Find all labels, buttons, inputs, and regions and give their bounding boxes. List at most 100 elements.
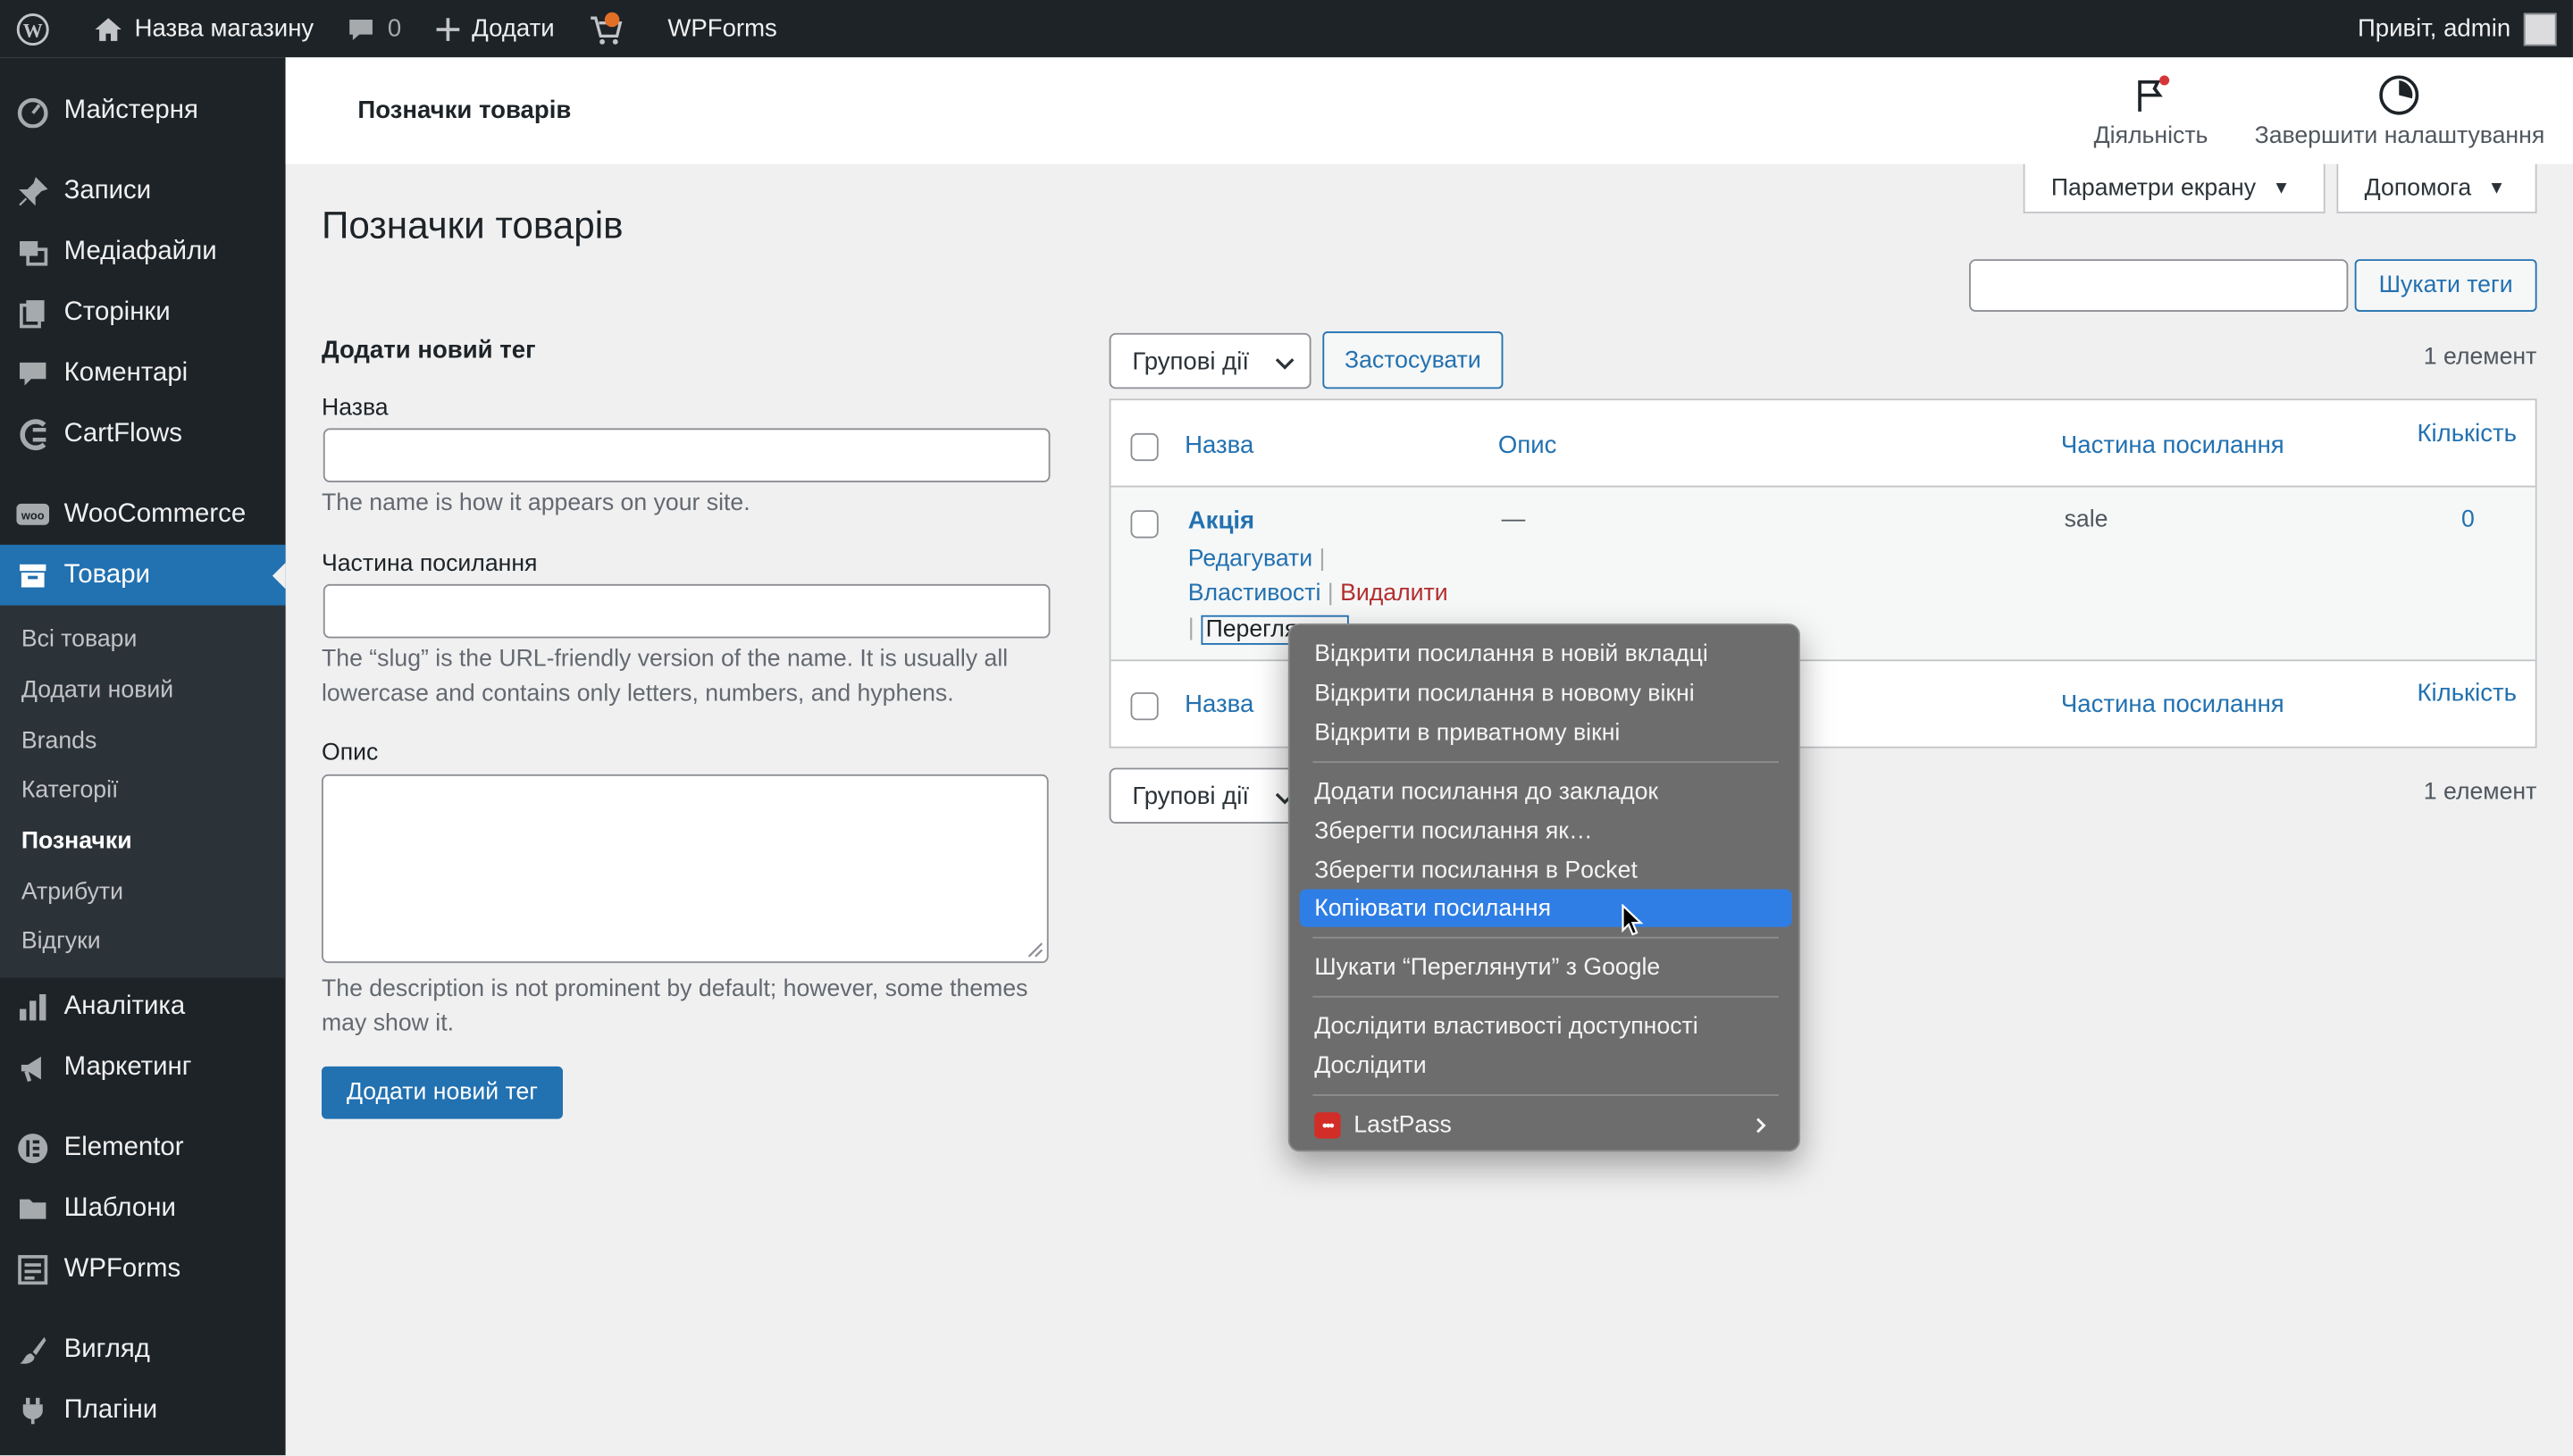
home-icon [95,17,122,40]
comment-icon [349,19,373,40]
items-count-top: 1 елемент [2423,344,2537,372]
sidebar-item-label: WPForms [63,1255,181,1284]
name-label: Назва [321,395,389,423]
sidebar-item-dashboard[interactable]: Майстерня [0,80,286,141]
submenu-attributes[interactable]: Атрибути [0,867,286,917]
select-all-checkbox[interactable] [1130,432,1159,462]
submenu-categories[interactable]: Категорії [0,766,286,816]
new-content-link[interactable]: Додати [418,0,571,57]
browser-context-menu: Відкрити посилання в новій вкладці Відкр… [1287,623,1800,1152]
bulk-actions-select-bottom[interactable]: Групові дії [1109,767,1312,824]
site-name: Назва магазину [134,14,314,43]
plugin-icon [16,1395,49,1428]
sidebar-item-products[interactable]: Товари [0,544,286,606]
sidebar-item-label: Плагіни [63,1396,158,1425]
ctx-inspect-accessibility[interactable]: Дослідити властивості доступності [1300,1008,1792,1045]
ctx-separator [1312,761,1779,764]
edit-link[interactable]: Редагувати [1188,547,1312,573]
screen-options-label: Параметри екрану [2050,174,2257,201]
search-input[interactable] [1969,259,2349,312]
my-account[interactable]: Привіт, admin [2358,12,2573,46]
sidebar-item-wpforms[interactable]: WPForms [0,1240,286,1301]
tag-slug-input[interactable] [323,583,1051,639]
wpforms-link[interactable]: WPForms [651,0,793,57]
sidebar-item-pages[interactable]: Сторінки [0,282,286,343]
submenu-all-products[interactable]: Всі товари [0,615,286,665]
admin-sidebar: Майстерня Записи Медіафайли Сторінки Ком… [0,57,286,1456]
delete-link[interactable]: Видалити [1340,581,1448,607]
ctx-bookmark-link[interactable]: Додати посилання до закладок [1300,773,1792,810]
cartflows-icon [16,417,49,450]
screen-options-button[interactable]: Параметри екрану ▼ [2023,163,2326,213]
column-name-footer[interactable]: Назва [1185,690,1253,718]
column-count-footer[interactable]: Кількість [2417,679,2517,707]
resize-handle-icon[interactable] [1024,939,1043,958]
sidebar-item-templates[interactable]: Шаблони [0,1179,286,1240]
column-name[interactable]: Назва [1185,431,1253,459]
select-all-checkbox-footer[interactable] [1130,692,1159,721]
sidebar-item-comments[interactable]: Коментарі [0,343,286,404]
forms-icon [16,1254,49,1287]
bulk-actions-value: Групові дії [1132,782,1249,810]
column-slug-footer[interactable]: Частина посилання [2061,690,2284,718]
ctx-open-new-window[interactable]: Відкрити посилання в новому вікні [1300,674,1792,712]
sidebar-item-media[interactable]: Медіафайли [0,222,286,282]
ctx-inspect[interactable]: Дослідити [1300,1047,1792,1084]
activity-button[interactable]: Діяльність [2094,74,2208,149]
sidebar-item-label: Вигляд [63,1335,150,1364]
comments-link[interactable]: 0 [331,0,418,57]
column-count[interactable]: Кількість [2417,420,2517,448]
properties-link[interactable]: Властивості [1188,581,1321,607]
help-button[interactable]: Допомога ▼ [2336,163,2537,213]
sidebar-item-cartflows[interactable]: CartFlows [0,404,286,464]
ctx-search-google[interactable]: Шукати “Переглянути” з Google [1300,949,1792,986]
sidebar-item-posts[interactable]: Записи [0,161,286,222]
ctx-separator [1312,1094,1779,1096]
add-tag-heading: Додати новий тег [321,336,536,364]
column-slug[interactable]: Частина посилання [2061,431,2284,459]
tag-count-link[interactable]: 0 [2461,507,2475,533]
tag-description-textarea[interactable] [321,774,1049,964]
sidebar-item-appearance[interactable]: Вигляд [0,1320,286,1381]
description-label: Опис [321,740,379,766]
sidebar-item-woocommerce[interactable]: woo WooCommerce [0,484,286,545]
wordpress-logo-icon[interactable]: W [0,0,77,57]
add-new-tag-button[interactable]: Додати новий тег [321,1066,563,1119]
row-actions-line-1: Редагувати | [1187,546,1326,573]
submenu-tags[interactable]: Позначки [0,816,286,866]
ctx-open-private-window[interactable]: Відкрити в приватному вікні [1300,714,1792,751]
tag-name-input[interactable] [323,428,1051,482]
tag-name-link[interactable]: Акція [1188,507,1254,535]
plus-icon [435,17,459,40]
chevron-down-icon [1275,358,1295,370]
submenu-brands[interactable]: Brands [0,715,286,766]
ctx-save-link-as[interactable]: Зберегти посилання як… [1300,812,1792,849]
sidebar-item-label: Elementor [63,1134,184,1162]
search-tags-button[interactable]: Шукати теги [2354,259,2537,312]
submenu-reviews[interactable]: Відгуки [0,917,286,967]
tag-slug: sale [2064,506,2108,533]
column-description[interactable]: Опис [1498,431,1557,459]
submenu-add-new[interactable]: Додати новий [0,665,286,715]
pages-icon [16,297,49,330]
sidebar-item-elementor[interactable]: Elementor [0,1118,286,1179]
sidebar-item-plugins[interactable]: Плагіни [0,1381,286,1442]
wpforms-label: WPForms [667,14,777,43]
ctx-open-new-tab[interactable]: Відкрити посилання в новій вкладці [1300,635,1792,673]
ctx-copy-link[interactable]: Копіювати посилання [1299,889,1792,927]
site-name-link[interactable]: Назва магазину [77,0,330,57]
sidebar-item-marketing[interactable]: Маркетинг [0,1038,286,1099]
finish-setup-button[interactable]: Завершити налаштування [2255,74,2544,149]
apply-button-top[interactable]: Застосувати [1322,331,1504,389]
row-checkbox[interactable] [1130,510,1159,539]
ctx-save-to-pocket[interactable]: Зберегти посилання в Pocket [1300,851,1792,889]
pin-icon [16,175,49,208]
help-label: Допомога [2364,174,2472,201]
cart-link[interactable] [571,0,651,57]
ctx-lastpass[interactable]: ••• LastPass [1300,1106,1792,1143]
sidebar-item-analytics[interactable]: Аналітика [0,977,286,1038]
page-title: Позначки товарів [321,203,624,247]
bulk-actions-select-top[interactable]: Групові дії [1109,332,1312,389]
flag-icon [2137,75,2169,112]
sidebar-item-label: Товари [63,560,151,589]
